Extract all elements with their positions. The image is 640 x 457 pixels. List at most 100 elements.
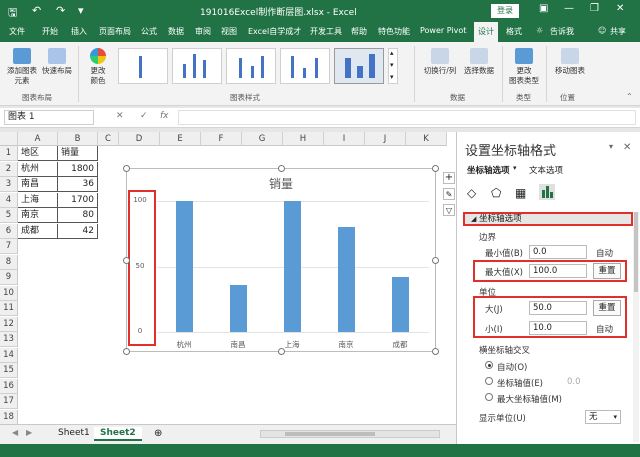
resize-handle[interactable] — [278, 348, 285, 355]
tab-special-features[interactable]: 特色功能 — [378, 26, 410, 37]
table-cell[interactable]: 42 — [58, 223, 98, 239]
tab-review[interactable]: 审阅 — [195, 26, 211, 37]
chart-style-2[interactable] — [172, 48, 222, 84]
switch-row-column-button[interactable]: 切换行/列 — [420, 48, 460, 76]
x-category-label[interactable]: 南京 — [326, 339, 366, 350]
table-cell[interactable]: 36 — [58, 177, 98, 192]
table-cell[interactable]: 销量 — [58, 146, 98, 161]
select-data-button[interactable]: 选择数据 — [462, 48, 496, 76]
tab-text-options[interactable]: 文本选项 — [529, 164, 563, 176]
add-chart-element-button[interactable]: 添加图表 元素 — [5, 48, 39, 86]
insert-function-icon[interactable]: fx — [160, 111, 169, 121]
column-header[interactable]: G — [242, 132, 283, 146]
resize-handle[interactable] — [432, 348, 439, 355]
chart-bar[interactable] — [229, 284, 247, 332]
display-units-select[interactable]: 无 ▾ — [585, 410, 621, 424]
x-category-label[interactable]: 南昌 — [218, 339, 258, 350]
sheet-tab-sheet2[interactable]: Sheet2 — [94, 427, 142, 441]
save-icon[interactable]: 🖫 — [8, 4, 17, 23]
row-header[interactable]: 15 — [0, 363, 18, 378]
cross-value-radio[interactable] — [485, 377, 493, 385]
tab-power-pivot[interactable]: Power Pivot — [420, 26, 466, 35]
minimize-icon[interactable]: — — [564, 3, 574, 14]
maximum-input[interactable]: 100.0 — [529, 264, 587, 278]
resize-handle[interactable] — [123, 257, 130, 264]
chart-bar[interactable] — [175, 201, 193, 332]
resize-handle[interactable] — [432, 257, 439, 264]
tab-home[interactable]: 开始 — [42, 26, 58, 37]
sheet-tab-sheet1[interactable]: Sheet1 — [52, 427, 96, 439]
column-header[interactable]: C — [98, 132, 119, 146]
change-chart-type-button[interactable]: 更改 图表类型 — [507, 48, 541, 86]
row-header[interactable]: 11 — [0, 301, 18, 316]
table-cell[interactable]: 上海 — [18, 192, 58, 208]
fill-line-icon[interactable]: ◇ — [467, 186, 476, 200]
chart-filters-icon[interactable]: ▽ — [443, 204, 455, 216]
close-icon[interactable]: ✕ — [616, 3, 624, 14]
styles-scroll[interactable]: ▴ ▾ ▾ — [388, 48, 398, 84]
table-cell[interactable]: 80 — [58, 208, 98, 223]
chart-elements-plus-icon[interactable]: + — [443, 172, 455, 184]
column-header[interactable]: E — [160, 132, 201, 146]
tab-formulas[interactable]: 公式 — [141, 26, 157, 37]
tab-excel-self-study[interactable]: Excel自学成才 — [248, 26, 301, 37]
pane-options-icon[interactable]: ▾ — [609, 142, 613, 151]
axis-options-icon[interactable] — [539, 184, 555, 200]
new-sheet-icon[interactable]: ⊕ — [148, 427, 168, 440]
chart-style-1[interactable] — [118, 48, 168, 84]
more-styles-icon[interactable]: ▾ — [390, 73, 394, 81]
enter-icon[interactable]: ✓ — [140, 111, 148, 121]
chart-style-4[interactable] — [280, 48, 330, 84]
tab-insert[interactable]: 插入 — [71, 26, 87, 37]
tab-axis-options[interactable]: 坐标轴选项 — [467, 164, 510, 176]
tab-format[interactable]: 格式 — [506, 26, 522, 37]
tab-file[interactable]: 文件 — [9, 26, 25, 37]
ribbon-display-icon[interactable]: ▣ — [539, 3, 548, 14]
cross-max-radio[interactable] — [485, 393, 493, 401]
chart-styles-brush-icon[interactable]: ✎ — [443, 188, 455, 200]
chart-bar[interactable] — [391, 276, 409, 332]
row-header[interactable]: 16 — [0, 378, 18, 394]
row-header[interactable]: 12 — [0, 316, 18, 332]
row-header[interactable]: 9 — [0, 270, 18, 285]
resize-handle[interactable] — [432, 165, 439, 172]
tab-help[interactable]: 帮助 — [351, 26, 367, 37]
table-cell[interactable]: 南昌 — [18, 177, 58, 192]
minor-unit-input[interactable]: 10.0 — [529, 321, 587, 335]
size-properties-icon[interactable]: ▦ — [515, 186, 526, 200]
column-header[interactable]: F — [201, 132, 242, 146]
x-category-label[interactable]: 杭州 — [164, 339, 204, 350]
row-header[interactable]: 10 — [0, 285, 18, 301]
table-cell[interactable]: 1800 — [58, 161, 98, 177]
chart-style-5[interactable] — [334, 48, 384, 84]
cross-value-input[interactable]: 0.0 — [567, 377, 581, 387]
scroll-up-icon[interactable]: ▴ — [390, 49, 394, 57]
resize-handle[interactable] — [123, 165, 130, 172]
row-header[interactable]: 7 — [0, 239, 18, 254]
collapse-ribbon-icon[interactable]: ⌃ — [626, 92, 633, 101]
row-header[interactable]: 8 — [0, 254, 18, 270]
tab-design[interactable]: 设计 — [474, 22, 498, 42]
row-header[interactable]: 2 — [0, 161, 18, 177]
table-cell[interactable]: 1700 — [58, 192, 98, 208]
tell-me-search[interactable]: 告诉我 — [550, 26, 574, 37]
column-header[interactable]: B — [58, 132, 98, 146]
bar-chart[interactable]: 销量 0 50 100 杭州 南昌 上海 南京 成都 — [123, 165, 439, 355]
axis-options-dropdown-icon[interactable]: ▾ — [513, 164, 517, 172]
minimum-input[interactable]: 0.0 — [529, 245, 587, 259]
tab-page-layout[interactable]: 页面布局 — [99, 26, 131, 37]
table-cell[interactable]: 南京 — [18, 208, 58, 223]
move-chart-button[interactable]: 移动图表 — [550, 48, 590, 76]
table-cell[interactable]: 成都 — [18, 223, 58, 239]
column-header[interactable]: J — [365, 132, 406, 146]
login-button[interactable]: 登录 — [491, 4, 519, 18]
share-button[interactable]: 共享 — [610, 26, 626, 37]
row-header[interactable]: 17 — [0, 394, 18, 409]
tab-developer[interactable]: 开发工具 — [310, 26, 342, 37]
section-axis-options[interactable]: ◢ 坐标轴选项 — [463, 212, 633, 226]
row-header[interactable]: 3 — [0, 177, 18, 192]
major-unit-input[interactable]: 50.0 — [529, 301, 587, 315]
customize-toolbar-icon[interactable]: ▾ — [78, 4, 84, 17]
table-cell[interactable]: 杭州 — [18, 161, 58, 177]
row-header[interactable]: 13 — [0, 332, 18, 347]
